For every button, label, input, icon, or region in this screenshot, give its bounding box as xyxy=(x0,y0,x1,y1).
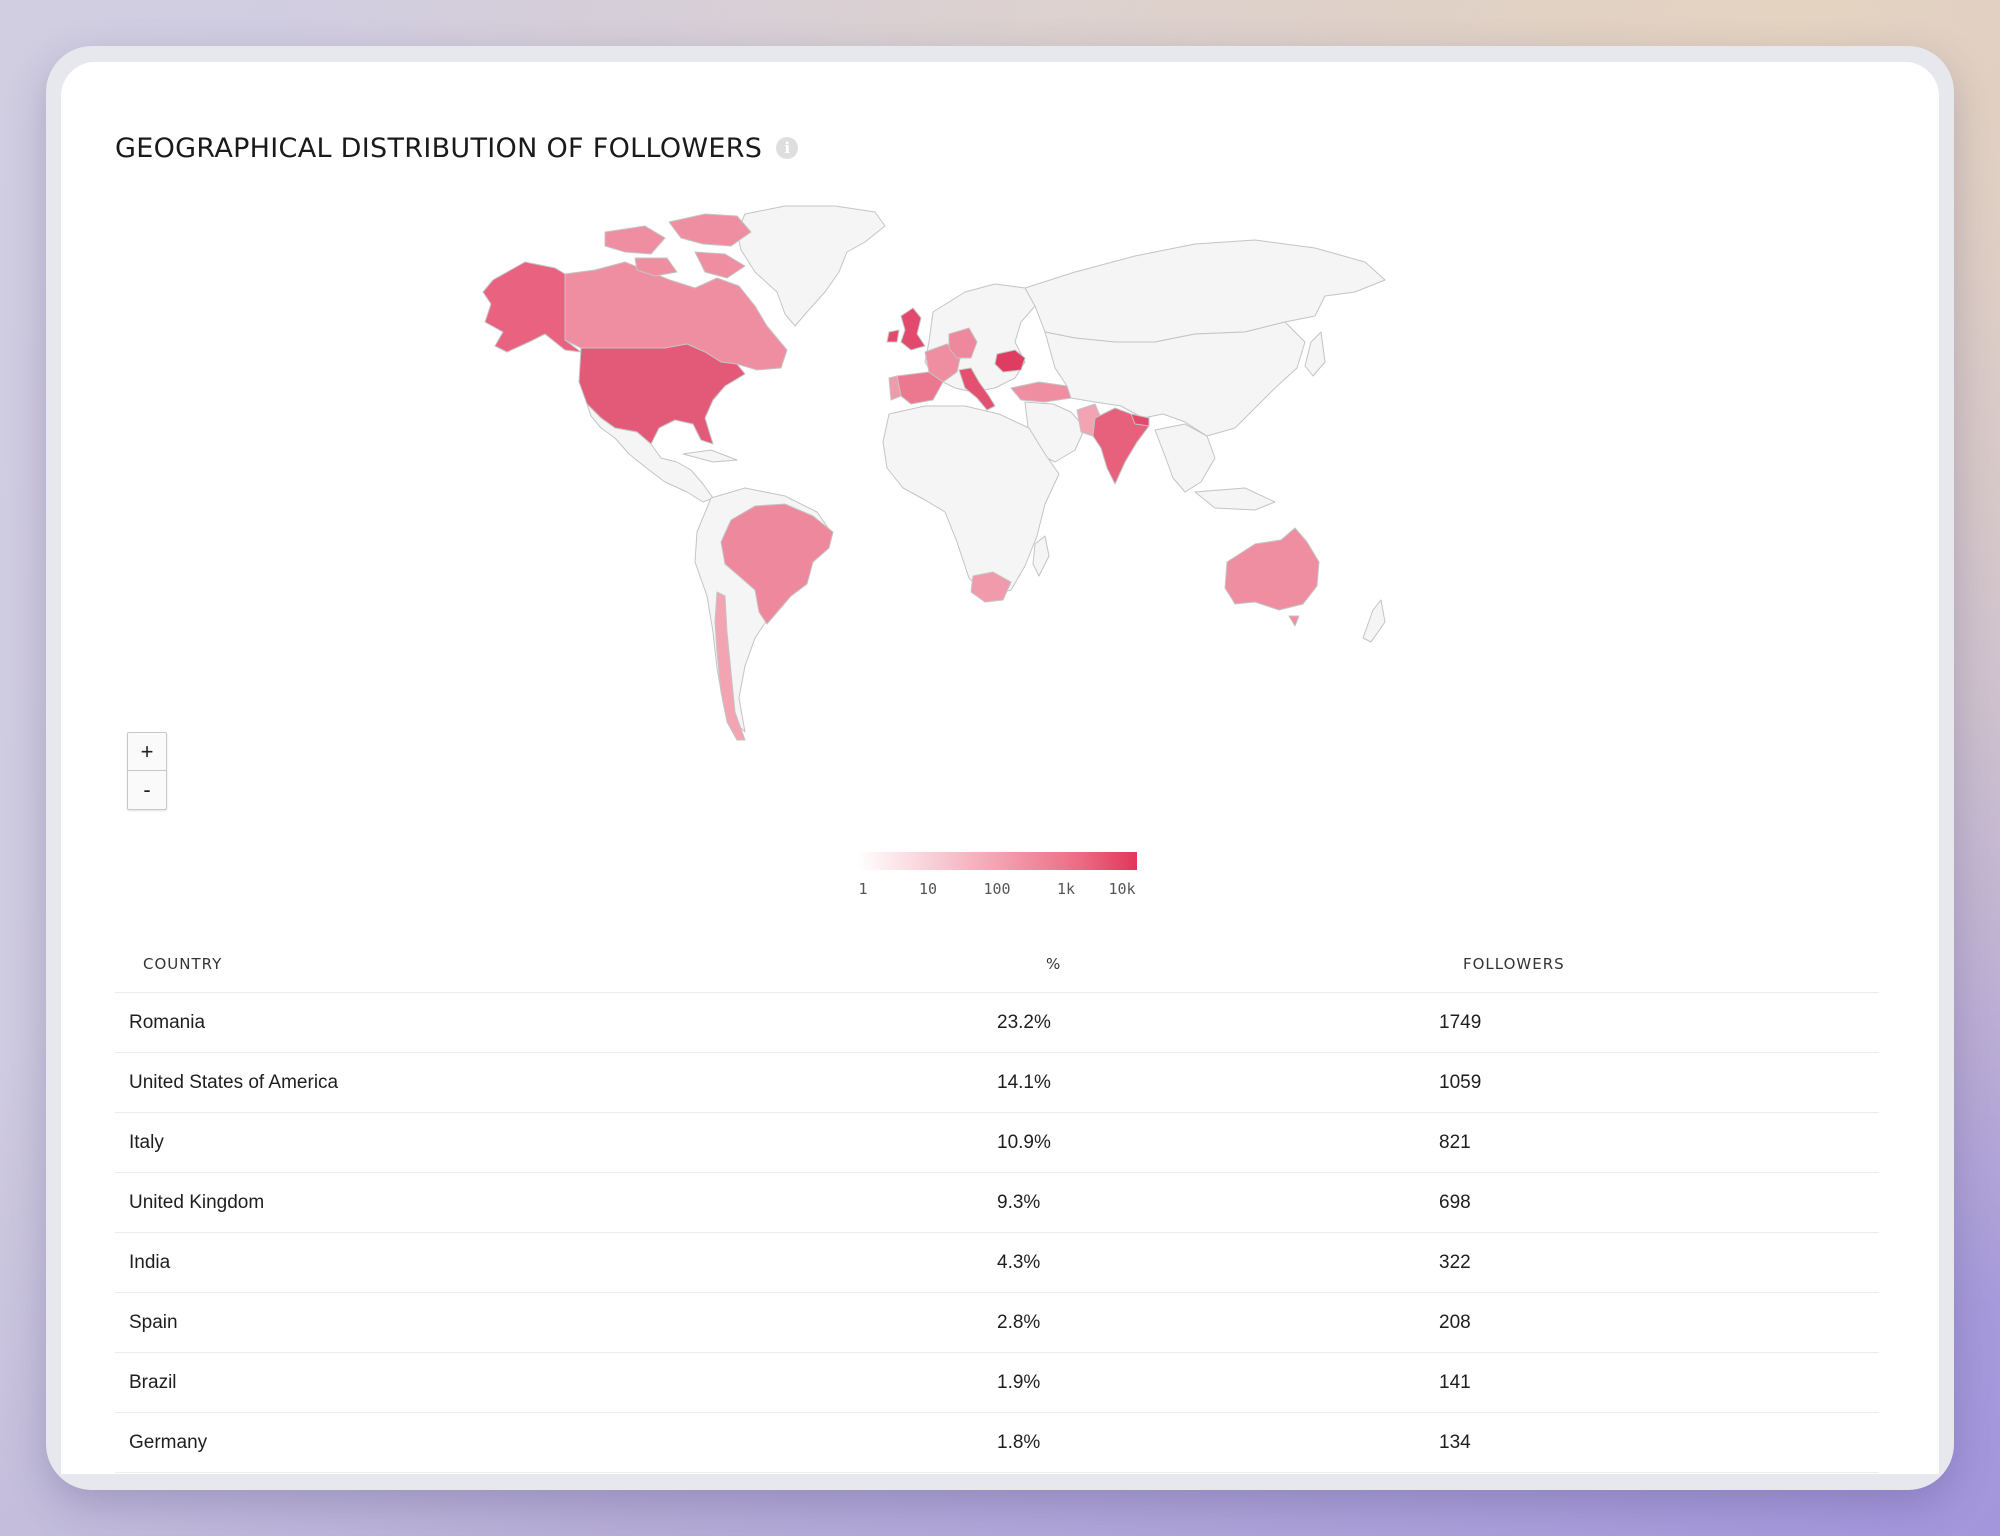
country-russia[interactable] xyxy=(1024,239,1386,343)
cell-country: Brazil xyxy=(129,1371,177,1393)
cell-country: Italy xyxy=(129,1131,164,1153)
country-japan[interactable] xyxy=(1304,331,1326,377)
cell-percent: 14.1% xyxy=(997,1071,1051,1093)
table-row[interactable]: United States of America 14.1% 1059 xyxy=(115,1053,1879,1113)
world-map[interactable]: + - xyxy=(115,192,1885,832)
world-map-svg[interactable] xyxy=(455,192,1695,812)
country-australia[interactable] xyxy=(1224,527,1320,627)
country-cuba[interactable] xyxy=(682,449,738,463)
cell-followers: 1749 xyxy=(1439,1011,1482,1033)
cell-percent: 23.2% xyxy=(997,1011,1051,1033)
legend-tick: 10k xyxy=(1108,880,1136,898)
cell-followers: 322 xyxy=(1439,1251,1471,1273)
country-united-kingdom[interactable] xyxy=(886,307,926,351)
table-row[interactable]: Brazil 1.9% 141 xyxy=(115,1353,1879,1413)
cell-country: India xyxy=(129,1251,171,1273)
cell-country: Spain xyxy=(129,1311,178,1333)
legend-tick: 1 xyxy=(858,880,868,898)
column-header-followers[interactable]: FOLLOWERS xyxy=(1463,955,1565,973)
zoom-control: + - xyxy=(127,732,167,810)
cell-followers: 134 xyxy=(1439,1431,1471,1453)
cell-percent: 4.3% xyxy=(997,1251,1041,1273)
card-title: GEOGRAPHICAL DISTRIBUTION OF FOLLOWERS xyxy=(115,132,763,164)
cell-country: United States of America xyxy=(129,1071,339,1093)
region-southeast-asia[interactable] xyxy=(1154,423,1276,511)
country-madagascar[interactable] xyxy=(1032,535,1050,577)
table-body: Romania 23.2% 1749 United States of America… xyxy=(115,993,1879,1474)
country-turkey[interactable] xyxy=(1010,381,1072,403)
cell-followers: 1059 xyxy=(1439,1071,1482,1093)
cell-followers: 141 xyxy=(1439,1371,1471,1393)
cell-percent: 10.9% xyxy=(997,1131,1051,1153)
cell-percent: 1.8% xyxy=(997,1431,1041,1453)
legend-tick: 100 xyxy=(983,880,1011,898)
followers-card: GEOGRAPHICAL DISTRIBUTION OF FOLLOWERS i xyxy=(61,62,1939,1474)
table-header-row: COUNTRY % FOLLOWERS xyxy=(115,936,1879,993)
table-row[interactable]: United Kingdom 9.3% 698 xyxy=(115,1173,1879,1233)
zoom-out-button[interactable]: - xyxy=(128,770,166,808)
card-header: GEOGRAPHICAL DISTRIBUTION OF FOLLOWERS i xyxy=(115,128,799,168)
table-row[interactable]: Spain 2.8% 208 xyxy=(115,1293,1879,1353)
cell-followers: 208 xyxy=(1439,1311,1471,1333)
column-header-percent[interactable]: % xyxy=(1019,955,1463,973)
table-row[interactable]: Romania 23.2% 1749 xyxy=(115,993,1879,1053)
info-icon[interactable]: i xyxy=(776,137,799,159)
zoom-in-button[interactable]: + xyxy=(128,733,166,770)
table-row[interactable]: Italy 10.9% 821 xyxy=(115,1113,1879,1173)
table-row[interactable]: Canada1.6%117 xyxy=(115,1473,1879,1474)
cell-percent: 2.8% xyxy=(997,1311,1041,1333)
cell-percent: 1.9% xyxy=(997,1371,1041,1393)
table-row[interactable]: Germany 1.8% 134 xyxy=(115,1413,1879,1473)
cell-country: Germany xyxy=(129,1431,208,1453)
cell-followers: 821 xyxy=(1439,1131,1471,1153)
followers-table: COUNTRY % FOLLOWERS Romania 23.2% 1749 Unit… xyxy=(115,936,1879,1474)
window-frame: GEOGRAPHICAL DISTRIBUTION OF FOLLOWERS i xyxy=(46,46,1954,1490)
cell-percent: 9.3% xyxy=(997,1191,1041,1213)
legend-tick: 10 xyxy=(918,880,938,898)
legend-tick: 1k xyxy=(1056,880,1076,898)
cell-country: United Kingdom xyxy=(129,1191,265,1213)
country-greenland[interactable] xyxy=(736,205,886,327)
cell-country: Romania xyxy=(129,1011,206,1033)
color-scale-bar xyxy=(857,852,1137,870)
table-row[interactable]: India 4.3% 322 xyxy=(115,1233,1879,1293)
region-africa[interactable] xyxy=(882,405,1060,597)
color-scale-legend: 1 10 100 1k 10k xyxy=(857,852,1137,900)
country-new-zealand[interactable] xyxy=(1362,599,1386,643)
color-scale-ticks: 1 10 100 1k 10k xyxy=(857,880,1137,900)
column-header-country[interactable]: COUNTRY xyxy=(115,955,1019,973)
cell-followers: 698 xyxy=(1439,1191,1471,1213)
